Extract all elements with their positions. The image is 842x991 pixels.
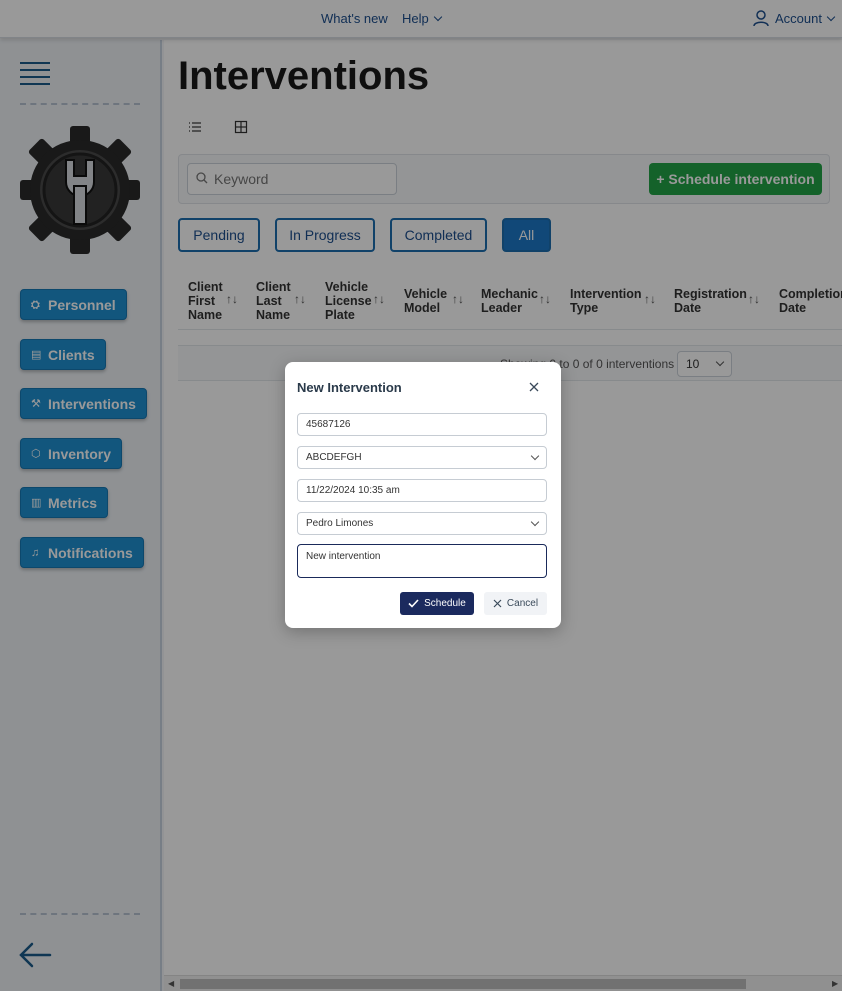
license-plate-select[interactable]: ABCDEFGH (297, 446, 547, 469)
client-id-value: 45687126 (306, 419, 351, 430)
chevron-down-icon (530, 517, 540, 527)
schedule-button[interactable]: Schedule (400, 592, 474, 615)
new-intervention-dialog: New Intervention 45687126 ABCDEFGH 11/22… (285, 362, 561, 628)
dialog-title: New Intervention (297, 380, 402, 395)
schedule-label: Schedule (424, 598, 466, 609)
close-icon[interactable] (527, 380, 541, 394)
date-time-field[interactable]: 11/22/2024 10:35 am (297, 479, 547, 502)
mechanic-select[interactable]: Pedro Limones (297, 512, 547, 535)
cancel-button[interactable]: Cancel (484, 592, 547, 615)
client-id-field[interactable]: 45687126 (297, 413, 547, 436)
chevron-down-icon (530, 451, 540, 461)
mechanic-value: Pedro Limones (306, 518, 374, 529)
license-plate-value: ABCDEFGH (306, 452, 362, 463)
description-textarea[interactable]: New intervention (297, 544, 547, 578)
date-time-value: 11/22/2024 10:35 am (306, 485, 400, 496)
description-value: New intervention (306, 551, 381, 562)
check-icon (408, 599, 419, 608)
close-icon (493, 599, 502, 608)
cancel-label: Cancel (506, 598, 539, 609)
